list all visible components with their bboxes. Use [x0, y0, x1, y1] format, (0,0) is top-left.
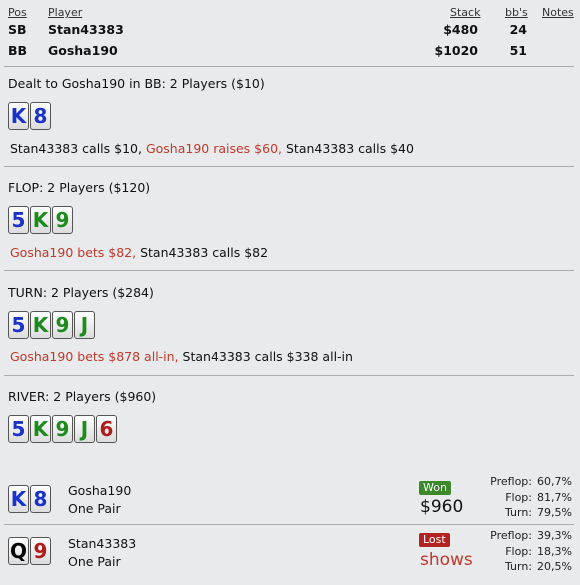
- equity-label: Flop:: [505, 490, 532, 504]
- playing-card: 5: [8, 311, 29, 339]
- equity-value: 39,3%: [537, 529, 572, 542]
- equity-label: Flop:: [505, 544, 532, 558]
- playing-card: K: [8, 102, 29, 130]
- playing-card: J: [74, 415, 95, 443]
- col-header-pos: Pos: [8, 6, 27, 19]
- player-pos: BB: [8, 43, 28, 58]
- lost-badge: Lost: [419, 533, 450, 547]
- player-stack: $480: [443, 22, 478, 37]
- divider: [4, 375, 574, 376]
- playing-card: 9: [52, 415, 73, 443]
- result-player-name[interactable]: Stan43383: [68, 535, 136, 553]
- player-bbs: 24: [509, 22, 527, 37]
- col-header-player: Player: [48, 6, 83, 19]
- result-hand: One Pair: [68, 501, 121, 516]
- player-name[interactable]: Stan43383: [48, 22, 124, 37]
- playing-card: 9: [52, 311, 73, 339]
- player-pos: SB: [8, 22, 27, 37]
- hole-cards: K8: [8, 485, 51, 513]
- col-header-stack: Stack: [450, 6, 481, 19]
- playing-card: Q: [8, 537, 29, 565]
- divider: [4, 66, 574, 67]
- equity-label: Turn:: [504, 560, 532, 573]
- equity-value: 81,7%: [537, 490, 572, 504]
- playing-card: 8: [30, 485, 51, 513]
- action: Stan43383 calls $82: [140, 245, 269, 260]
- playing-card: K: [8, 485, 29, 513]
- preflop-actions: Stan43383 calls $10, Gosha190 raises $60…: [10, 141, 414, 156]
- playing-card: K: [30, 415, 51, 443]
- equity-label: Preflop:: [490, 475, 532, 488]
- player-name[interactable]: Gosha190: [48, 43, 118, 58]
- player-bbs: 51: [509, 43, 527, 58]
- turn-cards: 5K9J: [8, 311, 95, 339]
- preflop-cards: K8: [8, 102, 51, 130]
- col-header-notes[interactable]: Notes: [542, 6, 574, 19]
- equity-value: 18,3%: [537, 544, 572, 558]
- divider: [4, 270, 574, 271]
- result-amount: shows: [420, 550, 473, 570]
- equity-value: 79,5%: [537, 506, 572, 519]
- aggressive-action: Gosha190 bets $82,: [10, 245, 137, 260]
- playing-card: 5: [8, 415, 29, 443]
- action: Stan43383 calls $10,: [10, 141, 142, 156]
- equity-stats: Preflop: 60,7% Flop: 81,7% Turn: 79,5%: [476, 474, 572, 521]
- playing-card: K: [30, 206, 51, 234]
- equity-label: Preflop:: [490, 529, 532, 542]
- playing-card: 8: [30, 102, 51, 130]
- playing-card: 9: [52, 206, 73, 234]
- result-hand: One Pair: [68, 554, 121, 569]
- hole-cards: Q9: [8, 537, 51, 565]
- aggressive-action: Gosha190 bets $878 all-in,: [10, 349, 179, 364]
- turn-actions: Gosha190 bets $878 all-in, Stan43383 cal…: [10, 349, 353, 364]
- divider: [4, 524, 574, 525]
- result-player-name[interactable]: Gosha190: [68, 482, 131, 500]
- turn-title: TURN: 2 Players ($284): [8, 285, 154, 300]
- divider: [4, 166, 574, 167]
- playing-card: 9: [30, 537, 51, 565]
- equity-value: 60,7%: [537, 475, 572, 488]
- playing-card: 6: [96, 415, 117, 443]
- equity-value: 20,5%: [537, 560, 572, 573]
- playing-card: K: [30, 311, 51, 339]
- flop-actions: Gosha190 bets $82, Stan43383 calls $82: [10, 245, 268, 260]
- equity-label: Turn:: [504, 506, 532, 519]
- col-header-bbs: bb's: [505, 6, 528, 19]
- preflop-title: Dealt to Gosha190 in BB: 2 Players ($10): [8, 76, 265, 91]
- action: Stan43383 calls $40: [285, 141, 414, 156]
- action: Stan43383 calls $338 all-in: [182, 349, 353, 364]
- flop-title: FLOP: 2 Players ($120): [8, 180, 151, 195]
- equity-stats: Preflop: 39,3% Flop: 18,3% Turn: 20,5%: [476, 528, 572, 575]
- playing-card: J: [74, 311, 95, 339]
- river-title: RIVER: 2 Players ($960): [8, 389, 157, 404]
- won-badge: Won: [419, 481, 451, 495]
- playing-card: 5: [8, 206, 29, 234]
- result-amount: $960: [420, 497, 464, 517]
- aggressive-action: Gosha190 raises $60,: [145, 141, 282, 156]
- river-cards: 5K9J6: [8, 415, 117, 443]
- flop-cards: 5K9: [8, 206, 73, 234]
- player-stack: $1020: [434, 43, 479, 58]
